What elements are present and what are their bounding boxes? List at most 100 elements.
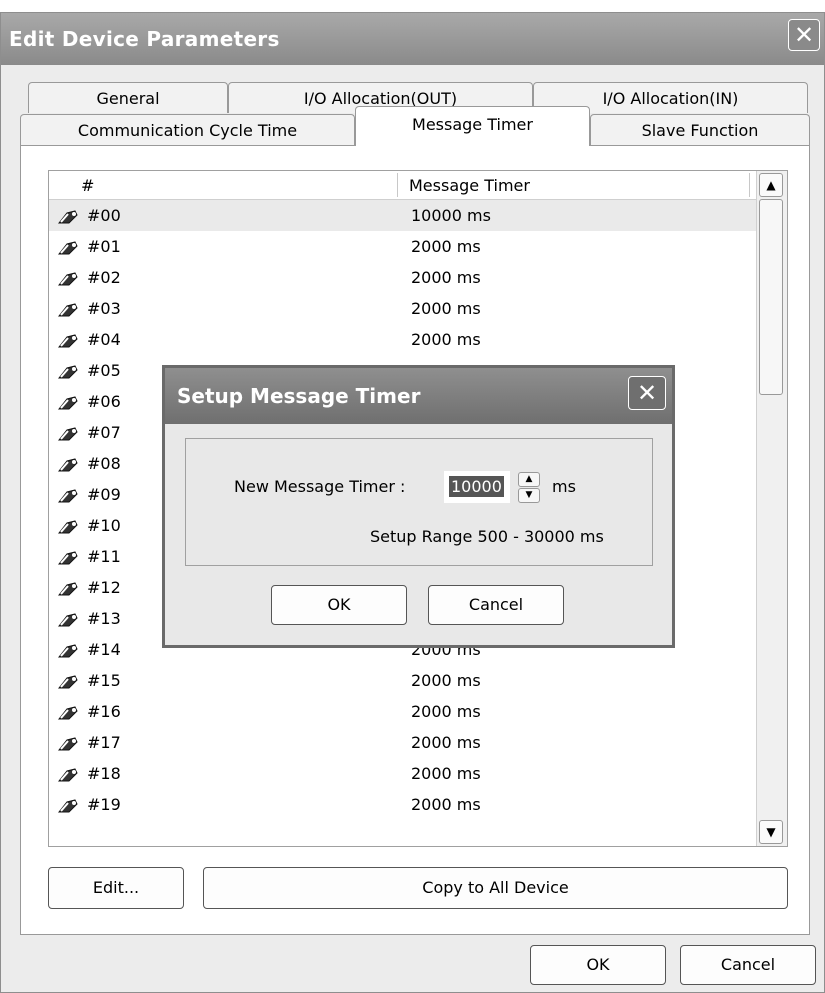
device-icon [57, 237, 79, 255]
tab-communication-cycle-time[interactable]: Communication Cycle Time [20, 114, 355, 145]
device-number: #00 [87, 206, 121, 225]
setup-message-timer-dialog: Setup Message Timer ✕ New Message Timer … [162, 365, 675, 648]
device-icon [57, 330, 79, 348]
device-icon [57, 733, 79, 751]
close-button[interactable]: ✕ [788, 19, 820, 51]
dialog-title: Setup Message Timer [177, 384, 421, 408]
message-timer-value: 2000 ms [411, 299, 481, 318]
device-number: #01 [87, 237, 121, 256]
chevron-up-icon: ▲ [766, 178, 776, 192]
device-icon [57, 206, 79, 224]
edit-button[interactable]: Edit... [48, 867, 184, 909]
dialog-ok-button[interactable]: OK [271, 585, 407, 625]
tab-message-timer[interactable]: Message Timer [355, 106, 590, 146]
scroll-up-button[interactable]: ▲ [759, 173, 783, 197]
device-icon [57, 268, 79, 286]
device-number: #07 [87, 423, 121, 442]
scroll-down-button[interactable]: ▼ [759, 820, 783, 844]
device-icon [57, 454, 79, 472]
device-icon [57, 485, 79, 503]
device-number: #14 [87, 640, 121, 659]
device-icon [57, 578, 79, 596]
close-icon: ✕ [793, 21, 815, 49]
column-divider [749, 173, 750, 197]
column-divider [397, 173, 398, 197]
device-icon [57, 547, 79, 565]
device-icon [57, 299, 79, 317]
table-row[interactable]: #19 2000 ms [49, 789, 757, 820]
device-number: #05 [87, 361, 121, 380]
device-icon [57, 764, 79, 782]
table-row[interactable]: #17 2000 ms [49, 727, 757, 758]
device-number: #12 [87, 578, 121, 597]
cancel-button[interactable]: Cancel [680, 945, 816, 985]
device-number: #04 [87, 330, 121, 349]
device-number: #11 [87, 547, 121, 566]
message-timer-value: 2000 ms [411, 671, 481, 690]
dialog-close-button[interactable]: ✕ [628, 376, 666, 410]
unit-label: ms [552, 477, 576, 496]
table-row[interactable]: #00 10000 ms [49, 200, 757, 231]
spinner-up-button[interactable]: ▲ [518, 472, 540, 487]
list-header: # Message Timer [49, 171, 757, 200]
column-header-number[interactable]: # [81, 176, 94, 195]
chevron-down-icon: ▼ [525, 490, 533, 500]
device-number: #06 [87, 392, 121, 411]
message-timer-value: 2000 ms [411, 764, 481, 783]
table-row[interactable]: #18 2000 ms [49, 758, 757, 789]
tab-slave-function[interactable]: Slave Function [590, 114, 810, 145]
chevron-up-icon: ▲ [525, 474, 533, 484]
close-icon: ✕ [636, 379, 658, 407]
device-icon [57, 640, 79, 658]
device-icon [57, 516, 79, 534]
setup-range-text: Setup Range 500 - 30000 ms [370, 527, 604, 546]
table-row[interactable]: #01 2000 ms [49, 231, 757, 262]
message-timer-value: 2000 ms [411, 330, 481, 349]
new-message-timer-label: New Message Timer : [234, 477, 406, 496]
device-number: #09 [87, 485, 121, 504]
table-row[interactable]: #02 2000 ms [49, 262, 757, 293]
message-timer-spinner[interactable]: 10000 ▲ ▼ [444, 471, 542, 505]
device-number: #19 [87, 795, 121, 814]
device-number: #15 [87, 671, 121, 690]
tab-general[interactable]: General [28, 82, 228, 113]
device-number: #17 [87, 733, 121, 752]
chevron-down-icon: ▼ [766, 825, 776, 839]
message-timer-value: 10000 ms [411, 206, 491, 225]
table-row[interactable]: #03 2000 ms [49, 293, 757, 324]
message-timer-value: 2000 ms [411, 268, 481, 287]
timer-settings-group: New Message Timer : 10000 ▲ ▼ ms Setup R… [185, 438, 653, 566]
spinner-down-button[interactable]: ▼ [518, 488, 540, 503]
device-number: #02 [87, 268, 121, 287]
device-icon [57, 609, 79, 627]
device-number: #18 [87, 764, 121, 783]
device-icon [57, 361, 79, 379]
window-title: Edit Device Parameters [9, 27, 280, 51]
device-icon [57, 392, 79, 410]
scroll-thumb[interactable] [759, 199, 783, 395]
title-bar[interactable]: Edit Device Parameters ✕ [1, 13, 824, 65]
device-icon [57, 702, 79, 720]
message-timer-value: 2000 ms [411, 702, 481, 721]
message-timer-value: 2000 ms [411, 237, 481, 256]
copy-to-all-device-button[interactable]: Copy to All Device [203, 867, 788, 909]
device-number: #16 [87, 702, 121, 721]
table-row[interactable]: #15 2000 ms [49, 665, 757, 696]
device-icon [57, 795, 79, 813]
message-timer-value: 2000 ms [411, 795, 481, 814]
vertical-scrollbar[interactable]: ▲ ▼ [756, 171, 787, 846]
device-number: #03 [87, 299, 121, 318]
message-timer-value: 10000 [449, 476, 504, 497]
column-header-message-timer[interactable]: Message Timer [409, 176, 530, 195]
device-number: #08 [87, 454, 121, 473]
table-row[interactable]: #04 2000 ms [49, 324, 757, 355]
dialog-title-bar[interactable]: Setup Message Timer ✕ [165, 368, 672, 424]
message-timer-input[interactable]: 10000 [444, 471, 510, 503]
ok-button[interactable]: OK [530, 945, 666, 985]
device-number: #13 [87, 609, 121, 628]
device-icon [57, 423, 79, 441]
dialog-cancel-button[interactable]: Cancel [428, 585, 564, 625]
table-row[interactable]: #16 2000 ms [49, 696, 757, 727]
message-timer-value: 2000 ms [411, 733, 481, 752]
device-number: #10 [87, 516, 121, 535]
